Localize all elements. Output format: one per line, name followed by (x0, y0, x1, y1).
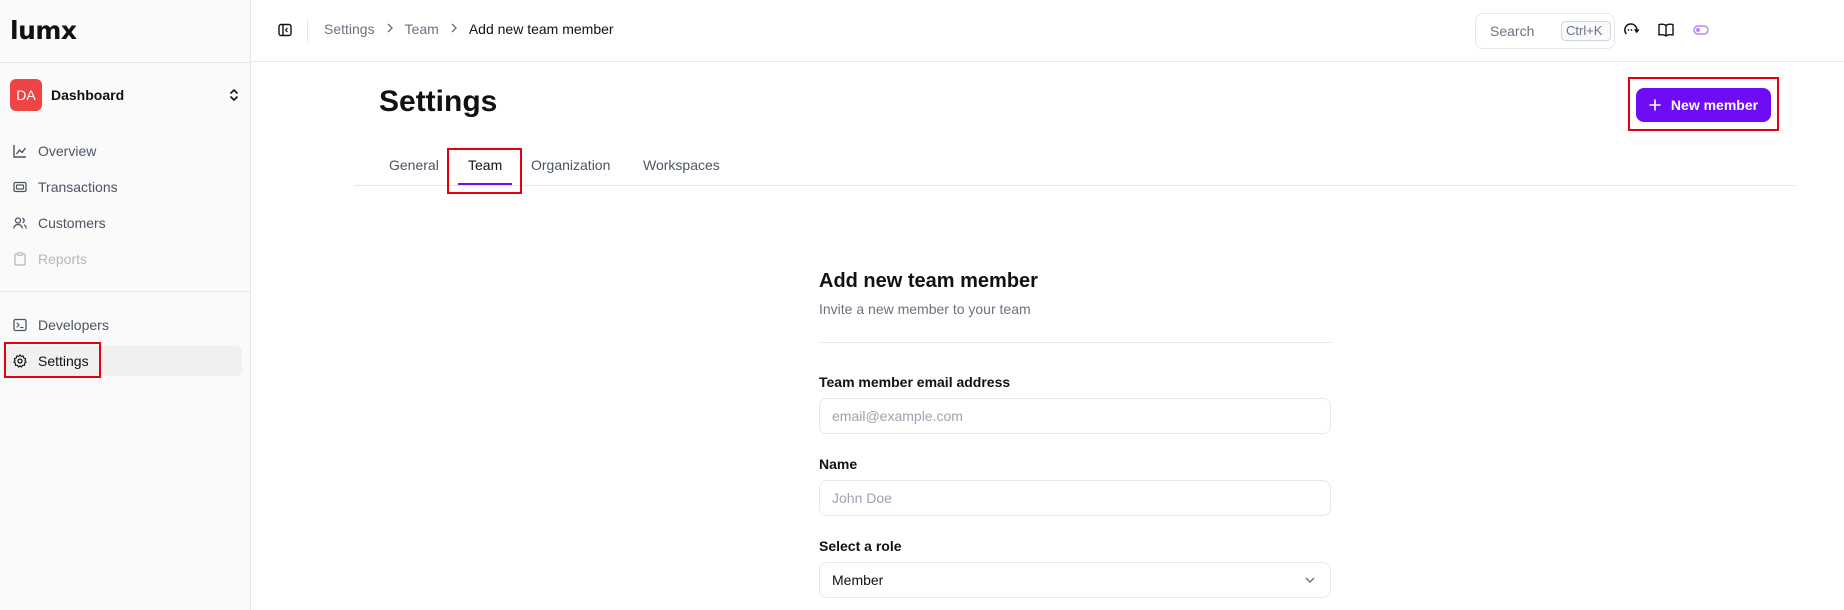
sidebar-item-label: Transactions (38, 179, 118, 195)
app-logo[interactable]: lumx (10, 16, 77, 45)
search-shortcut: Ctrl+K (1561, 21, 1611, 41)
tab-general[interactable]: General (389, 157, 439, 173)
sidebar-item-overview[interactable]: Overview (6, 136, 242, 166)
form-subtitle: Invite a new member to your team (819, 301, 1031, 317)
tab-organization[interactable]: Organization (531, 157, 610, 173)
breadcrumb-settings[interactable]: Settings (324, 21, 375, 37)
active-tab-indicator (458, 183, 512, 185)
theme-toggle-icon[interactable] (1692, 21, 1710, 39)
sidebar-item-settings[interactable]: Settings (6, 346, 242, 376)
tab-team[interactable]: Team (468, 157, 502, 173)
transactions-icon (12, 180, 27, 195)
sidebar-item-label: Overview (38, 143, 97, 159)
name-field[interactable] (819, 480, 1331, 516)
book-icon[interactable] (1657, 21, 1675, 39)
role-select-value: Member (832, 572, 884, 588)
sidebar: lumx DA Dashboard Overview Transactions … (0, 0, 251, 610)
sidebar-item-reports[interactable]: Reports (6, 244, 242, 274)
sidebar-toggle-icon[interactable] (277, 22, 293, 38)
new-member-button[interactable]: New member (1636, 88, 1771, 122)
chevron-right-icon (450, 22, 458, 36)
new-member-label: New member (1670, 97, 1759, 113)
breadcrumb-current: Add new team member (468, 21, 614, 37)
role-select[interactable]: Member (819, 562, 1331, 598)
sidebar-item-label: Reports (38, 251, 88, 267)
chevron-up-down-icon (226, 88, 242, 103)
sidebar-item-transactions[interactable]: Transactions (6, 172, 242, 202)
chevron-right-icon (386, 22, 394, 36)
sidebar-header-divider (0, 62, 251, 63)
sidebar-divider (0, 291, 251, 292)
sidebar-item-developers[interactable]: Developers (6, 310, 242, 340)
sidebar-item-label: Customers (38, 215, 106, 231)
email-field[interactable] (819, 398, 1331, 434)
settings-tabs: General Team Organization Workspaces (354, 150, 1795, 186)
org-avatar: DA (10, 79, 42, 111)
name-label: Name (819, 456, 858, 472)
breadcrumb: Settings Team Add new team member (324, 21, 614, 37)
breadcrumb-team[interactable]: Team (405, 21, 439, 37)
users-icon (12, 216, 27, 231)
gear-icon (12, 354, 27, 369)
tab-workspaces[interactable]: Workspaces (643, 157, 720, 173)
clipboard-icon (12, 252, 27, 267)
terminal-icon (12, 318, 27, 333)
topbar-separator (307, 20, 308, 42)
form-title: Add new team member (819, 270, 1038, 292)
search-placeholder: Search (1490, 23, 1535, 39)
role-label: Select a role (819, 538, 902, 554)
email-label: Team member email address (819, 374, 1011, 390)
org-switcher[interactable]: DA Dashboard (10, 79, 242, 111)
sidebar-item-label: Developers (38, 317, 109, 333)
plus-icon (1649, 95, 1661, 116)
sidebar-item-customers[interactable]: Customers (6, 208, 242, 238)
page-title: Settings (379, 85, 498, 118)
chevron-down-icon (1304, 573, 1316, 585)
support-icon[interactable] (1622, 21, 1640, 39)
org-name: Dashboard (51, 87, 125, 103)
chart-icon (12, 144, 27, 159)
sidebar-item-label: Settings (38, 353, 89, 369)
form-divider (819, 342, 1331, 343)
